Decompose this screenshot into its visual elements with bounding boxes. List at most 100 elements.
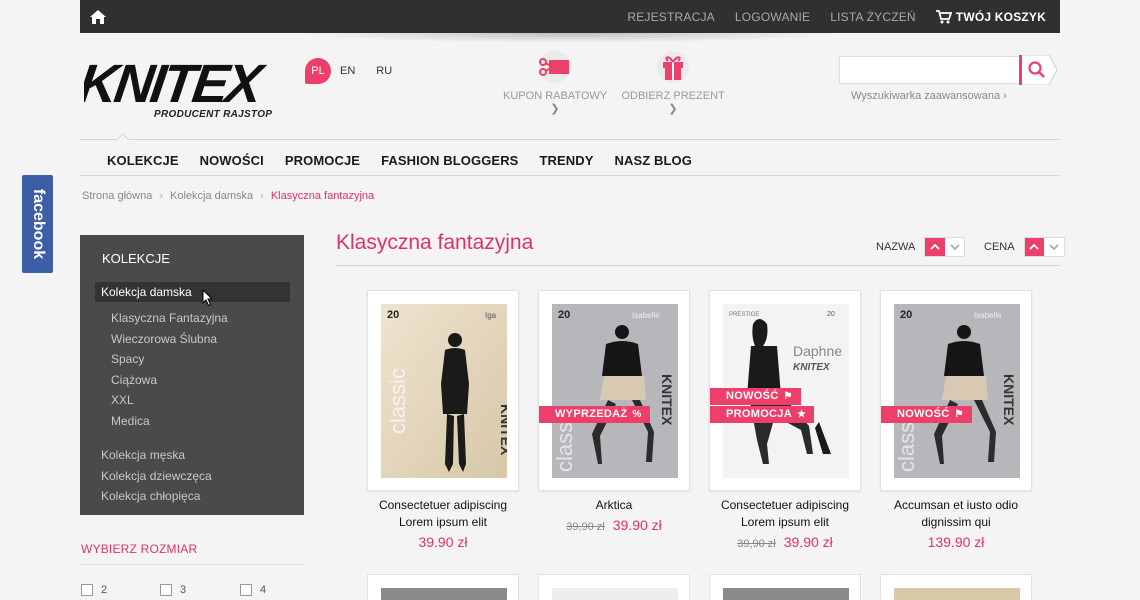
product-card-partial[interactable] (538, 574, 690, 600)
chevron-right-icon: ❯ (550, 103, 560, 115)
sidebar-item-medica[interactable]: Medica (111, 413, 228, 434)
flag-icon: ⚑ (783, 391, 793, 402)
breadcrumb-women-collection[interactable]: Kolekcja damska (170, 190, 253, 202)
size-option[interactable]: 3 (160, 584, 186, 596)
product-card-partial[interactable] (880, 574, 1032, 600)
size-option-label: 4 (260, 584, 267, 596)
checkbox[interactable] (240, 584, 252, 596)
home-icon[interactable] (89, 9, 107, 25)
sort-price-desc-button[interactable] (1044, 238, 1064, 256)
product-price: 39.90 zł (367, 534, 519, 552)
sidebar-title: KOLEKCJE (102, 251, 170, 266)
price-current: 139.90 zł (927, 534, 985, 550)
product-photo (723, 588, 849, 600)
gift-icon (657, 51, 689, 83)
login-link[interactable]: LOGOWANIE (735, 10, 810, 24)
nav-item-trendy[interactable]: TRENDY (539, 153, 593, 168)
product-card-partial[interactable] (709, 574, 861, 600)
product-name[interactable]: Consectetuer adipiscing Lorem ipsum elit (709, 497, 861, 531)
badge-label: WYPRZEDAŻ (555, 408, 628, 420)
product-card: 20 Iga classic KNITEX Consectetuer adipi… (367, 290, 519, 552)
sidebar-item-ciazowa[interactable]: Ciążowa (111, 372, 228, 393)
logo-text: KNITEX (84, 54, 269, 114)
svg-text:20: 20 (558, 309, 570, 321)
product-card: 20 Isabelle classic KNITEX NOWOŚĆ ⚑ Accu… (880, 290, 1032, 552)
sort-price-asc-button[interactable] (1024, 238, 1045, 256)
wishlist-link[interactable]: LISTA ŻYCZEŃ (830, 10, 916, 24)
cart-link[interactable]: TWÓJ KOSZYK (935, 9, 1046, 24)
search-button[interactable] (1019, 55, 1057, 85)
nav-item-nasz-blog[interactable]: NASZ BLOG (615, 153, 692, 168)
star-icon: ★ (796, 409, 807, 420)
checkbox[interactable] (81, 584, 93, 596)
percent-icon: % (632, 409, 642, 420)
price-current: 39.90 zł (418, 534, 468, 550)
gift-link[interactable]: ODBIERZ PREZENT ❯ (618, 50, 728, 115)
svg-text:KNITEX: KNITEX (659, 374, 675, 426)
product-name[interactable]: Arktica (538, 497, 690, 514)
product-name[interactable]: Consectetuer adipiscing Lorem ipsum elit (367, 497, 519, 531)
main-nav: KOLEKCJE NOWOŚCI PROMOCJE FASHION BLOGGE… (107, 153, 713, 168)
product-image-link[interactable]: 20 Isabelle classic KNITEX WYPRZEDAŻ % (538, 290, 690, 491)
cart-icon (935, 9, 952, 23)
sidebar-item-kolekcja-dziewczeca[interactable]: Kolekcja dziewczęca (101, 468, 212, 489)
language-switcher: PL EN RU (305, 58, 404, 84)
sidebar-item-kolekcja-damska[interactable]: Kolekcja damska (95, 282, 290, 302)
price-current: 39.90 zł (612, 517, 662, 533)
sidebar-item-klasyczna[interactable]: Klasyczna Fantazyjna (111, 310, 228, 331)
nav-item-kolekcje[interactable]: KOLEKCJE (107, 153, 179, 168)
product-photo (552, 588, 678, 600)
size-option[interactable]: 4 (240, 584, 266, 596)
chevron-up-icon (930, 244, 940, 250)
checkbox[interactable] (160, 584, 172, 596)
size-option[interactable]: 2 (81, 584, 107, 596)
language-pl[interactable]: PL (305, 58, 331, 84)
facebook-label: facebook (29, 188, 47, 260)
product-card: PRESTIGE 20 Daphne KNITEX NOWOŚĆ ⚑ PROMO… (709, 290, 861, 552)
sort-name-asc-button[interactable] (925, 238, 945, 256)
svg-text:20: 20 (387, 309, 399, 321)
sidebar-item-spacy[interactable]: Spacy (111, 351, 228, 372)
flag-icon: ⚑ (954, 409, 964, 420)
nav-item-promocje[interactable]: PROMOCJE (285, 153, 360, 168)
advanced-search-link[interactable]: Wyszukiwarka zaawansowana › (851, 90, 1007, 102)
sort-name-desc-button[interactable] (945, 238, 965, 256)
sidebar-item-kolekcja-chlopieca[interactable]: Kolekcja chłopięca (101, 488, 212, 509)
nav-item-nowosci[interactable]: NOWOŚCI (200, 153, 264, 168)
collections-sidebar: KOLEKCJE Kolekcja damska Klasyczna Fanta… (80, 235, 304, 515)
sidebar-main-list: Kolekcja męska Kolekcja dziewczęca Kolek… (101, 447, 212, 509)
register-link[interactable]: REJESTRACJA (627, 10, 715, 24)
coupon-link[interactable]: KUPON RABATOWY ❯ (500, 50, 610, 115)
breadcrumb-separator: › (260, 190, 264, 202)
breadcrumb-home[interactable]: Strona główna (82, 190, 152, 202)
cart-label: TWÓJ KOSZYK (955, 9, 1046, 24)
badge-new: NOWOŚĆ ⚑ (881, 406, 972, 423)
svg-text:KNITEX: KNITEX (498, 404, 507, 456)
svg-text:Isabelle: Isabelle (632, 311, 660, 320)
breadcrumb-current: Klasyczna fantazyjna (270, 190, 375, 202)
product-image-link[interactable]: 20 Iga classic KNITEX (367, 290, 519, 491)
size-filter-title: WYBIERZ ROZMIAR (81, 542, 198, 556)
product-card-partial[interactable] (367, 574, 519, 600)
product-photo (894, 588, 1020, 600)
sidebar-item-xxl[interactable]: XXL (111, 392, 228, 413)
nav-divider-bottom (80, 175, 1060, 176)
nav-item-fashion-bloggers[interactable]: FASHION BLOGGERS (381, 153, 518, 168)
product-image-link[interactable]: 20 Isabelle classic KNITEX NOWOŚĆ ⚑ (880, 290, 1032, 491)
product-name[interactable]: Accumsan et iusto odio dignissim qui (880, 497, 1032, 531)
chevron-right-icon: ❯ (668, 103, 678, 115)
language-ru[interactable]: RU (376, 65, 392, 77)
sidebar-item-wieczorowa[interactable]: Wieczorowa Ślubna (111, 331, 228, 352)
sidebar-item-kolekcja-meska[interactable]: Kolekcja męska (101, 447, 212, 468)
logo-subtitle: PRODUCENT RAJSTOP (154, 109, 273, 120)
sort-by-name: NAZWA (876, 237, 966, 257)
svg-text:20: 20 (827, 311, 835, 318)
badge-label: NOWOŚĆ (726, 390, 779, 402)
svg-text:Isabelle: Isabelle (974, 311, 1002, 320)
language-en[interactable]: EN (340, 65, 355, 77)
facebook-tab[interactable]: facebook (22, 175, 53, 273)
product-photo (381, 588, 507, 600)
search-input[interactable] (839, 56, 1021, 84)
svg-text:KNITEX: KNITEX (1001, 374, 1017, 426)
product-image-link[interactable]: PRESTIGE 20 Daphne KNITEX NOWOŚĆ ⚑ PROMO… (709, 290, 861, 491)
